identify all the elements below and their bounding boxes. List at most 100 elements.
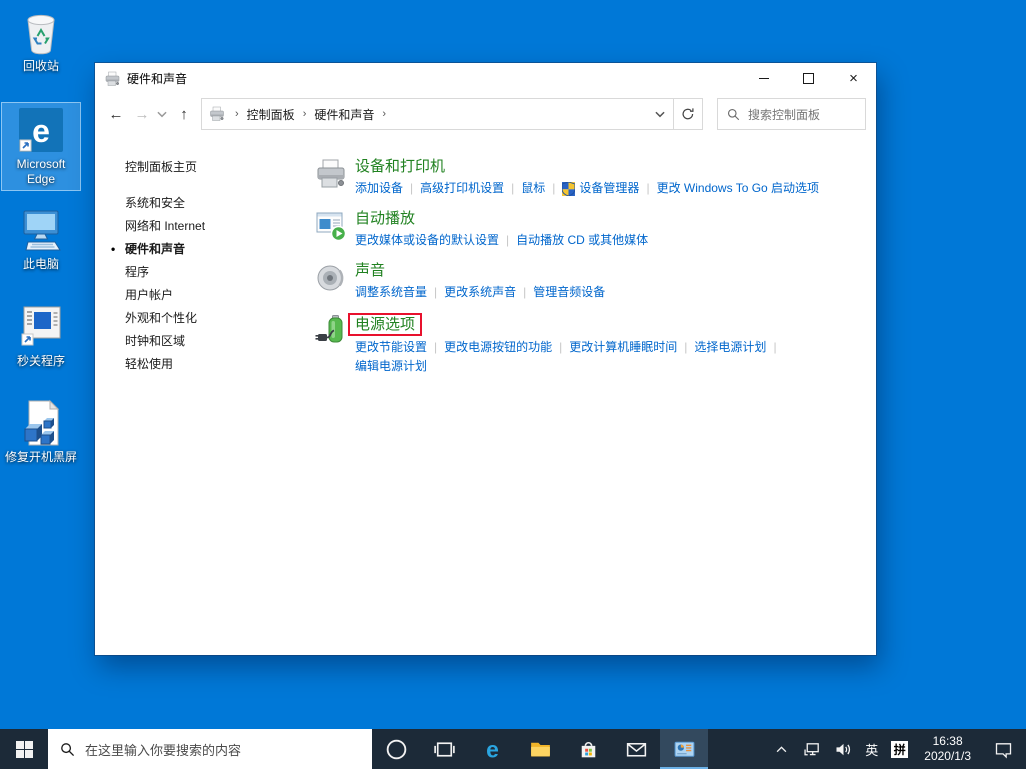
desktop-icon[interactable]: 修复开机黑屏 [2,396,80,468]
task-link[interactable]: 设备管理器 [562,179,639,198]
sidebar-item[interactable]: 时钟和区域 [125,330,315,353]
breadcrumb-chevron: › [229,108,245,120]
network-button[interactable] [797,729,828,769]
notification-icon [993,739,1014,760]
taskbar-app-button[interactable] [468,729,516,769]
window-body: 控制面板主页 系统和安全 网络和 Internet 硬件和声音 程序 用户帐户 … [95,134,876,655]
taskbar-app-button[interactable] [660,729,708,769]
link-separator: | [511,179,514,198]
category-title[interactable]: 声音 [355,261,385,280]
breadcrumb-chevron[interactable]: › [297,108,313,120]
show-hidden-icons-button[interactable] [766,729,797,769]
sidebar-item[interactable]: 程序 [125,261,315,284]
task-link[interactable]: 调整系统音量 [355,283,427,302]
sidebar-item[interactable]: 硬件和声音 [125,238,315,261]
desktop-icon[interactable]: 回收站 [2,5,80,77]
taskbar-app-button[interactable] [516,729,564,769]
sidebar-item[interactable]: 用户帐户 [125,284,315,307]
clock-date: 2020/1/3 [924,749,971,763]
task-link[interactable]: 更改电源按钮的功能 [444,338,552,357]
up-button[interactable]: ↑ [171,106,197,123]
category-section: 自动播放 | 更改媒体或设备的默认设置 [315,209,876,250]
mail-icon [624,737,649,762]
link-separator: | [684,338,687,357]
task-link[interactable]: 更改媒体或设备的默认设置 [355,231,499,250]
address-bar[interactable]: › 控制面板 › 硬件和声音 › [201,98,703,130]
volume-icon [833,739,854,760]
taskbar-search-placeholder: 在这里输入你要搜索的内容 [85,740,241,759]
taskbar-search-input[interactable]: 在这里输入你要搜索的内容 [48,729,372,769]
link-separator: | [773,338,776,357]
link-separator: | [506,231,509,250]
taskbar-app-button[interactable] [564,729,612,769]
desktop-icon[interactable]: Microsoft Edge [2,103,80,190]
navigation-bar: ← → ↑ › 控制面板 › 硬件和声音 › [95,94,876,134]
task-link[interactable]: 更改系统声音 [444,283,516,302]
forward-button[interactable]: → [129,106,155,123]
file-explorer-icon [528,737,553,762]
back-button[interactable]: ← [103,106,129,123]
task-view-icon [432,737,457,762]
cortana-icon [384,737,409,762]
refresh-button[interactable] [673,99,702,129]
category-title[interactable]: 自动播放 [355,209,415,228]
desktop-icon-label: 秒关程序 [17,354,65,369]
task-link[interactable]: 选择电源计划 [694,338,766,357]
breadcrumb-item[interactable]: 控制面板 [245,106,297,123]
sidebar-item[interactable]: 轻松使用 [125,353,315,376]
category-title[interactable]: 电源选项 [348,313,422,336]
breadcrumb-chevron[interactable]: › [376,108,392,120]
search-placeholder: 搜索控制面板 [748,106,820,123]
hardware-sound-icon [104,71,121,87]
task-link[interactable]: 管理音频设备 [533,283,605,302]
task-links: | 更改媒体或设备的默认设置 | [355,231,867,250]
link-separator: | [552,179,555,198]
language-indicator[interactable]: 英 [859,740,884,759]
address-dropdown-button[interactable] [647,99,673,129]
minimize-button[interactable] [741,63,786,94]
desktop-icon[interactable]: 秒关程序 [2,300,80,372]
task-link[interactable]: 鼠标 [521,179,545,198]
taskbar: 在这里输入你要搜索的内容 [0,729,1026,769]
task-links: | 添加设备 | [355,179,867,198]
search-input[interactable]: 搜索控制面板 [717,98,866,130]
start-button[interactable] [0,729,48,769]
taskbar-app-button[interactable] [612,729,660,769]
desktop-icon-label: Microsoft Edge [2,157,80,187]
maximize-button[interactable] [786,63,831,94]
desktop-icon[interactable]: 此电脑 [2,203,80,275]
uac-shield-icon [562,182,575,196]
category-list: 设备和打印机 | 添加设备 [315,134,876,655]
action-center-button[interactable] [980,739,1026,760]
sidebar-item[interactable]: 外观和个性化 [125,307,315,330]
category-title[interactable]: 设备和打印机 [355,157,445,176]
chevron-up-icon [771,739,792,760]
task-link[interactable]: 更改 Windows To Go 启动选项 [657,179,819,198]
task-link[interactable]: 更改计算机睡眠时间 [569,338,677,357]
task-link[interactable]: 添加设备 [355,179,403,198]
taskbar-app-button[interactable] [372,729,420,769]
close-button[interactable]: × [831,63,876,94]
sidebar-item[interactable]: 网络和 Internet [125,215,315,238]
link-separator: | [559,338,562,357]
task-link[interactable]: 高级打印机设置 [420,179,504,198]
volume-button[interactable] [828,729,859,769]
edge-e-icon [480,737,505,762]
task-link[interactable]: 更改节能设置 [355,338,427,357]
sidebar-item-home[interactable]: 控制面板主页 [125,158,315,175]
store-icon [576,737,601,762]
ime-mode-indicator[interactable]: 拼 [891,741,908,758]
sidebar: 控制面板主页 系统和安全 网络和 Internet 硬件和声音 程序 用户帐户 … [95,134,315,655]
recent-pages-chevron-icon[interactable] [155,107,169,121]
task-link[interactable]: 自动播放 CD 或其他媒体 [516,231,648,250]
sidebar-item[interactable]: 系统和安全 [125,192,315,215]
windows-logo-icon [16,741,33,758]
window-titlebar: 硬件和声音 × [95,63,876,94]
category-section: 电源选项 | 更改节能设置 [315,313,876,376]
task-link[interactable]: 编辑电源计划 [355,357,427,376]
taskbar-app-button[interactable] [420,729,468,769]
control-panel-icon [672,737,697,762]
clock[interactable]: 16:38 2020/1/3 [915,734,980,764]
power-icon [315,314,347,346]
breadcrumb-item[interactable]: 硬件和声音 [312,106,376,123]
